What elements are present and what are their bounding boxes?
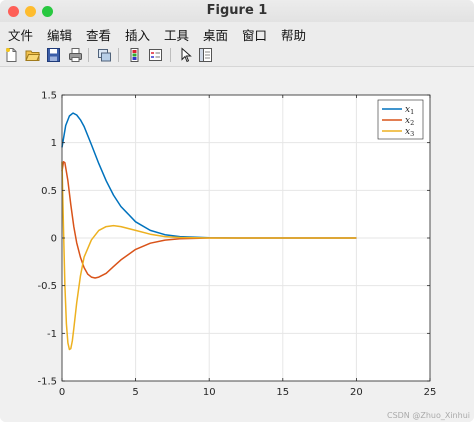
- x-tick-label: 5: [132, 387, 138, 398]
- y-tick-label: 1: [51, 138, 57, 149]
- menu-window[interactable]: 窗口: [242, 25, 267, 44]
- y-tick-label: -1: [47, 329, 57, 340]
- menu-tools[interactable]: 工具: [164, 25, 189, 44]
- save-icon[interactable]: [46, 47, 61, 63]
- menu-edit[interactable]: 编辑: [47, 25, 72, 44]
- new-figure-icon[interactable]: [4, 47, 19, 63]
- menu-help[interactable]: 帮助: [281, 25, 306, 44]
- toolbar-separator: [88, 48, 89, 62]
- y-tick-label: 1.5: [41, 91, 57, 102]
- x-tick-label: 20: [350, 387, 363, 398]
- x-tick-label: 25: [424, 387, 437, 398]
- toolbar: [0, 44, 474, 67]
- figure-canvas: 0 5 10 15 20 25 -1.5 -1 -0.5 0 0.5 1 1.5 x1 x2 x3 CSDN …: [0, 67, 474, 422]
- insert-legend-icon[interactable]: [148, 47, 163, 63]
- edit-plot-icon[interactable]: [178, 47, 193, 63]
- figure-window: Figure 1 文件 编辑 查看 插入 工具 桌面 窗口 帮助 0 5 10 …: [0, 0, 474, 422]
- menu-bar: 文件 编辑 查看 插入 工具 桌面 窗口 帮助: [0, 24, 474, 44]
- insert-colorbar-icon[interactable]: [127, 47, 142, 63]
- watermark: CSDN @Zhuo_Xinhui: [386, 411, 470, 420]
- y-tick-label: 0: [51, 234, 57, 245]
- y-tick-label: -0.5: [37, 281, 57, 292]
- menu-view[interactable]: 查看: [86, 25, 111, 44]
- y-tick-label: -1.5: [37, 377, 57, 388]
- property-inspector-icon[interactable]: [198, 47, 213, 63]
- toolbar-separator: [118, 48, 119, 62]
- link-plot-icon[interactable]: [97, 47, 112, 63]
- toolbar-separator: [170, 48, 171, 62]
- menu-desktop[interactable]: 桌面: [203, 25, 228, 44]
- open-file-icon[interactable]: [25, 47, 40, 63]
- x-tick-label: 0: [59, 387, 65, 398]
- x-tick-label: 10: [203, 387, 216, 398]
- menu-file[interactable]: 文件: [8, 25, 33, 44]
- y-tick-label: 0.5: [41, 186, 57, 197]
- x-tick-label: 15: [276, 387, 289, 398]
- line-chart[interactable]: 0 5 10 15 20 25-1.5-1-0.500.511.5x1x2x3: [0, 67, 474, 422]
- menu-insert[interactable]: 插入: [125, 25, 150, 44]
- print-icon[interactable]: [68, 47, 83, 63]
- window-title: Figure 1: [206, 3, 268, 18]
- title-bar[interactable]: Figure 1: [0, 0, 474, 22]
